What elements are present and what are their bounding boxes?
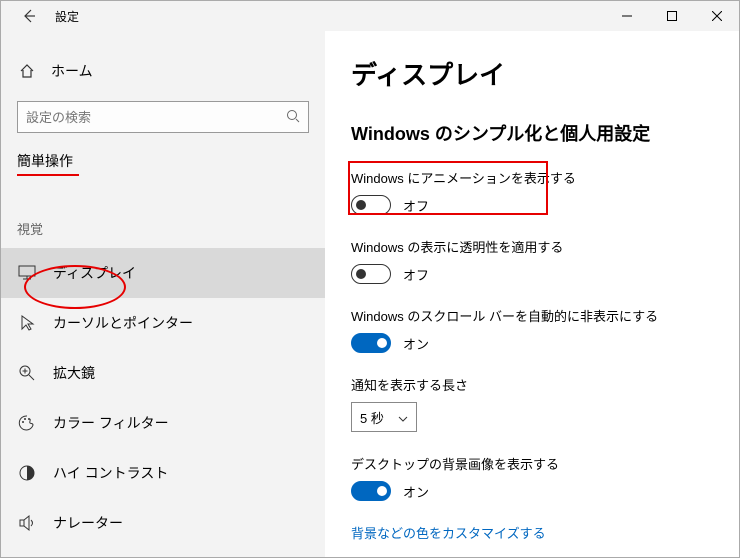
maximize-button[interactable] xyxy=(649,1,694,31)
home-icon xyxy=(17,61,37,81)
toggle-state: オン xyxy=(403,482,429,501)
toggle-background[interactable] xyxy=(351,481,391,501)
toggle-state: オフ xyxy=(403,265,429,284)
home-link[interactable]: ホーム xyxy=(1,51,325,91)
search-box[interactable] xyxy=(17,101,309,133)
sidebar-item-label: カラー フィルター xyxy=(53,413,169,433)
setting-transparency: Windows の表示に透明性を適用する オフ xyxy=(351,237,713,284)
narrator-icon xyxy=(17,513,37,533)
annotation-ellipse xyxy=(24,265,126,309)
sidebar-item-label: ハイ コントラスト xyxy=(53,463,168,483)
setting-label: デスクトップの背景画像を表示する xyxy=(351,454,713,473)
window-controls xyxy=(604,1,739,31)
customize-colors-link[interactable]: 背景などの色をカスタマイズする xyxy=(351,523,713,542)
category-header: 簡単操作 xyxy=(17,151,309,171)
vision-header: 視覚 xyxy=(17,219,309,238)
setting-label: Windows のスクロール バーを自動的に非表示にする xyxy=(351,306,713,325)
sidebar-item-colorfilter[interactable]: カラー フィルター xyxy=(1,398,325,448)
toggle-state: オン xyxy=(403,334,429,353)
search-icon xyxy=(286,109,300,126)
contrast-icon xyxy=(17,463,37,483)
search-input[interactable] xyxy=(26,110,286,125)
close-button[interactable] xyxy=(694,1,739,31)
toggle-transparency[interactable] xyxy=(351,264,391,284)
palette-icon xyxy=(17,413,37,433)
content-pane: ディスプレイ Windows のシンプル化と個人用設定 Windows にアニメ… xyxy=(325,31,739,557)
annotation-underline xyxy=(17,174,79,176)
sidebar-item-label: カーソルとポインター xyxy=(53,313,193,333)
home-label: ホーム xyxy=(51,61,93,81)
setting-notification-duration: 通知を表示する長さ 5 秒 xyxy=(351,375,713,432)
chevron-down-icon xyxy=(398,410,408,425)
sidebar-item-narrator[interactable]: ナレーター xyxy=(1,498,325,548)
cursor-icon xyxy=(17,313,37,333)
minimize-button[interactable] xyxy=(604,1,649,31)
magnifier-icon xyxy=(17,363,37,383)
section-title: Windows のシンプル化と個人用設定 xyxy=(351,120,713,146)
sidebar-item-magnifier[interactable]: 拡大鏡 xyxy=(1,348,325,398)
setting-background: デスクトップの背景画像を表示する オン xyxy=(351,454,713,501)
sidebar-item-highcontrast[interactable]: ハイ コントラスト xyxy=(1,448,325,498)
duration-value: 5 秒 xyxy=(360,408,384,427)
setting-label: Windows の表示に透明性を適用する xyxy=(351,237,713,256)
annotation-rect xyxy=(348,161,548,215)
sidebar-item-label: 拡大鏡 xyxy=(53,363,95,383)
sidebar-item-label: ナレーター xyxy=(53,513,123,533)
toggle-scrollbars[interactable] xyxy=(351,333,391,353)
setting-scrollbars: Windows のスクロール バーを自動的に非表示にする オン xyxy=(351,306,713,353)
titlebar: 設定 xyxy=(1,1,739,31)
window-title: 設定 xyxy=(55,8,79,25)
duration-select[interactable]: 5 秒 xyxy=(351,402,417,432)
back-button[interactable] xyxy=(17,9,41,23)
setting-label: 通知を表示する長さ xyxy=(351,375,713,394)
page-title: ディスプレイ xyxy=(351,55,713,92)
